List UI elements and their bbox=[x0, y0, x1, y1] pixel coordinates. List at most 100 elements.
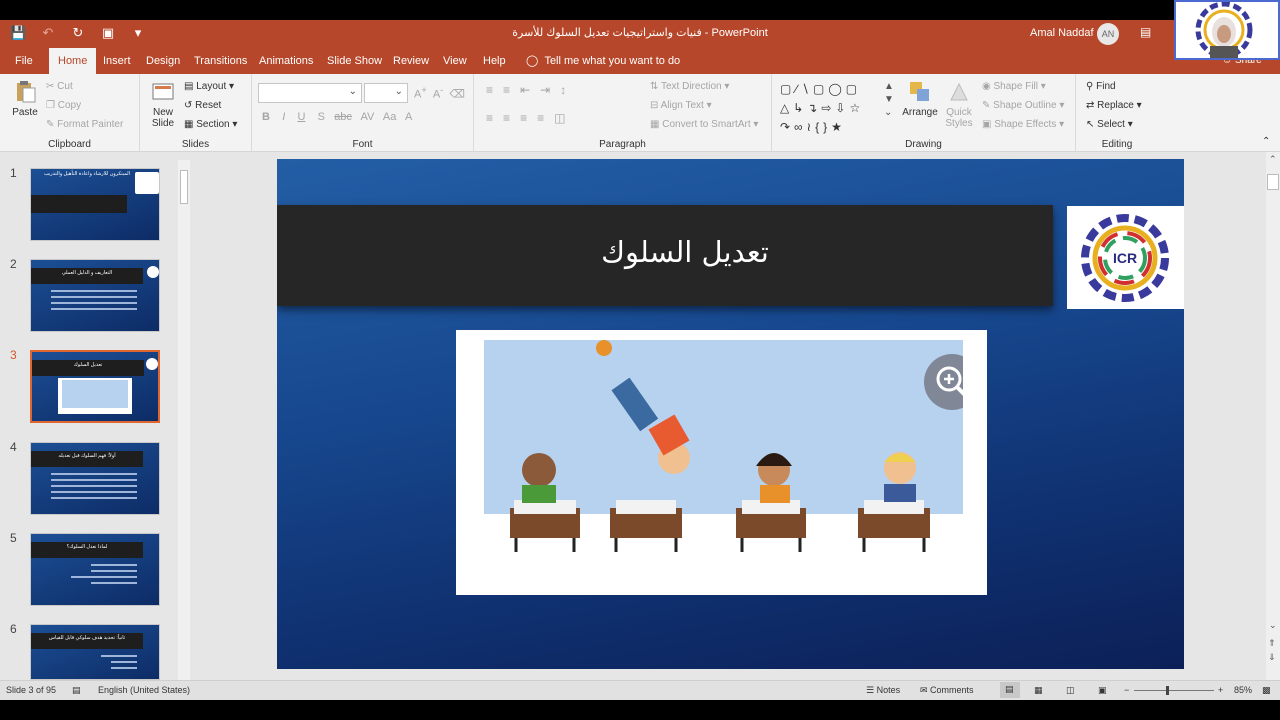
tab-transitions[interactable]: Transitions bbox=[185, 48, 256, 74]
slide-scrollbar[interactable]: ⌃ ⌄ ⇑ ⇓ bbox=[1266, 152, 1280, 680]
zoom-out-button[interactable]: − bbox=[1124, 685, 1129, 695]
comment-icon: ✉ bbox=[920, 685, 931, 695]
shape-outline-button[interactable]: ✎ Shape Outline ▾ bbox=[982, 100, 1064, 111]
tab-view[interactable]: View bbox=[434, 48, 476, 74]
tab-animations[interactable]: Animations bbox=[250, 48, 322, 74]
scroll-thumb[interactable] bbox=[180, 170, 188, 204]
slide-thumbnail[interactable]: لماذا نعدل السلوك؟ bbox=[30, 533, 160, 606]
tab-insert[interactable]: Insert bbox=[94, 48, 140, 74]
font-color-button[interactable]: A bbox=[405, 111, 412, 123]
slide-thumbnail-selected[interactable]: تعديل السلوك bbox=[30, 350, 160, 423]
font-name-dropdown[interactable]: ⌄ bbox=[258, 83, 362, 103]
font-size-dropdown[interactable]: ⌄ bbox=[364, 83, 408, 103]
zoom-slider[interactable] bbox=[1134, 686, 1214, 695]
title-placeholder[interactable]: تعديل السلوك bbox=[277, 205, 1053, 306]
outdent-icon: ⇥ bbox=[540, 83, 551, 97]
select-button[interactable]: ↖ Select ▾ bbox=[1086, 119, 1133, 130]
zoom-level[interactable]: 85% bbox=[1234, 685, 1252, 695]
tab-slide-show[interactable]: Slide Show bbox=[318, 48, 391, 74]
thumbnail-logo bbox=[135, 172, 159, 194]
shape-effects-button[interactable]: ▣ Shape Effects ▾ bbox=[982, 119, 1064, 130]
previous-slide-icon[interactable]: ⇑ bbox=[1268, 638, 1276, 649]
next-slide-icon[interactable]: ⇓ bbox=[1268, 652, 1276, 663]
align-text-button[interactable]: ⊟ Align Text ▾ bbox=[650, 100, 712, 111]
replace-button[interactable]: ⇄ Replace ▾ bbox=[1086, 100, 1142, 111]
cursor-icon: ↖ bbox=[1086, 119, 1098, 130]
slide-number: 3 bbox=[10, 348, 17, 362]
scroll-down-icon[interactable]: ⌄ bbox=[1269, 620, 1277, 631]
thumbnail-scrollbar[interactable] bbox=[178, 160, 190, 680]
normal-view-button[interactable]: ▤ bbox=[1000, 682, 1020, 698]
language-indicator[interactable]: English (United States) bbox=[98, 685, 190, 695]
reading-view-icon[interactable]: ◫ bbox=[1066, 685, 1075, 696]
section-button[interactable]: ▦ Section ▾ bbox=[184, 119, 237, 130]
strikethrough-button[interactable]: abc bbox=[334, 111, 352, 123]
tell-me-search[interactable]: ◯ Tell me what you want to do bbox=[526, 48, 680, 74]
tab-home[interactable]: Home bbox=[49, 48, 97, 74]
user-name[interactable]: Amal Naddaf bbox=[1030, 27, 1094, 39]
text-direction-button[interactable]: ⇅ Text Direction ▾ bbox=[650, 81, 729, 92]
arrange-button[interactable]: Arrange bbox=[900, 80, 940, 118]
new-slide-button[interactable]: New Slide bbox=[146, 80, 180, 129]
indent-icon: ⇤ bbox=[520, 83, 531, 97]
shapes-scroll[interactable]: ▲ ▼ ⌄ bbox=[884, 80, 894, 119]
copy-button[interactable]: ❐ Copy bbox=[46, 100, 81, 111]
slide-picture[interactable] bbox=[456, 330, 987, 595]
fit-to-window-icon[interactable]: ▩ bbox=[1262, 685, 1271, 696]
underline-button[interactable]: U bbox=[297, 111, 305, 123]
avatar[interactable]: AN bbox=[1097, 23, 1119, 45]
tab-design[interactable]: Design bbox=[137, 48, 189, 74]
new-slide-icon bbox=[152, 83, 174, 100]
slide-thumbnail[interactable]: أولاً: فهم السلوك قبل تعديله bbox=[30, 442, 160, 515]
italic-button[interactable]: I bbox=[282, 111, 285, 123]
ribbon-display-options-icon[interactable]: ▤ bbox=[1140, 25, 1151, 39]
scroll-up-icon[interactable]: ⌃ bbox=[1269, 154, 1277, 165]
align-text-label: Align Text bbox=[660, 100, 704, 111]
align-buttons[interactable]: ≡ ≡ ≡ ≡ ◫ bbox=[486, 111, 565, 125]
shape-fill-button[interactable]: ◉ Shape Fill ▾ bbox=[982, 81, 1046, 92]
slide-thumbnail[interactable]: التعاريف و الدليل العملي bbox=[30, 259, 160, 332]
layout-button[interactable]: ▤ Layout ▾ bbox=[184, 81, 234, 92]
spell-check-icon[interactable]: ▤ bbox=[72, 685, 81, 696]
slide-thumbnail[interactable]: ثانياً: تحديد هدف سلوكي قابل للقياس bbox=[30, 624, 160, 680]
change-case-button[interactable]: Aa bbox=[383, 111, 396, 123]
scroll-thumb[interactable] bbox=[1267, 174, 1279, 190]
slide-title[interactable]: تعديل السلوك bbox=[277, 235, 1093, 269]
thumbnail-title: ثانياً: تحديد هدف سلوكي قابل للقياس bbox=[48, 635, 126, 641]
cut-label: Cut bbox=[57, 81, 73, 92]
slide-show-view-icon[interactable]: ▣ bbox=[1098, 685, 1107, 696]
cut-button[interactable]: ✂ Cut bbox=[46, 81, 73, 92]
comments-button[interactable]: ✉ Comments bbox=[920, 685, 974, 696]
section-icon: ▦ bbox=[184, 119, 197, 130]
slide-number: 1 bbox=[10, 166, 17, 180]
notes-button[interactable]: ☰ Notes bbox=[866, 685, 900, 696]
shadow-button[interactable]: S bbox=[318, 111, 325, 123]
paste-button[interactable]: Paste bbox=[8, 80, 42, 118]
zoom-in-button[interactable]: + bbox=[1218, 685, 1223, 695]
title-bar: 💾 ↶ ↻ ▣ ▾ فنيات واستراتيجيات تعديل السلو… bbox=[0, 20, 1280, 48]
zoom-slider-thumb[interactable] bbox=[1166, 686, 1169, 695]
find-button[interactable]: ⚲ Find bbox=[1086, 81, 1116, 92]
tab-review[interactable]: Review bbox=[384, 48, 438, 74]
replace-icon: ⇄ bbox=[1086, 100, 1098, 111]
bold-button[interactable]: B bbox=[262, 111, 270, 123]
slide-sorter-view-icon[interactable]: ▦ bbox=[1034, 685, 1043, 696]
search-icon: ⚲ bbox=[1086, 81, 1097, 92]
shapes-gallery[interactable]: ▢∕∖▢◯▢ △↳↴⇨⇩☆ ↷∞≀{}★ bbox=[780, 80, 882, 137]
character-spacing-button[interactable]: AV bbox=[361, 111, 375, 123]
slide-thumbnail[interactable]: المبتكرون للارشاد واعادة التأهيل والتدري… bbox=[30, 168, 160, 241]
section-label: Section bbox=[196, 119, 230, 130]
reset-button[interactable]: ↺ Reset bbox=[184, 100, 221, 111]
tab-file[interactable]: File bbox=[6, 48, 42, 74]
zoom-in-icon[interactable] bbox=[924, 354, 963, 410]
convert-smartart-button[interactable]: ▦ Convert to SmartArt ▾ bbox=[650, 119, 758, 130]
icr-logo[interactable]: ICR bbox=[1067, 206, 1184, 309]
font-size-buttons[interactable]: A+ A- ⌫ bbox=[414, 85, 465, 101]
format-painter-button[interactable]: ✎ Format Painter bbox=[46, 119, 123, 130]
presenter-video bbox=[1195, 2, 1253, 58]
tab-help[interactable]: Help bbox=[474, 48, 515, 74]
quick-styles-button[interactable]: Quick Styles bbox=[940, 80, 978, 129]
list-buttons[interactable]: ≡ ≡ ⇤ ⇥ ↕ bbox=[486, 83, 566, 97]
slide-canvas[interactable]: تعديل السلوك ICR bbox=[277, 159, 1184, 669]
collapse-ribbon-icon[interactable]: ⌃ bbox=[1262, 136, 1270, 147]
